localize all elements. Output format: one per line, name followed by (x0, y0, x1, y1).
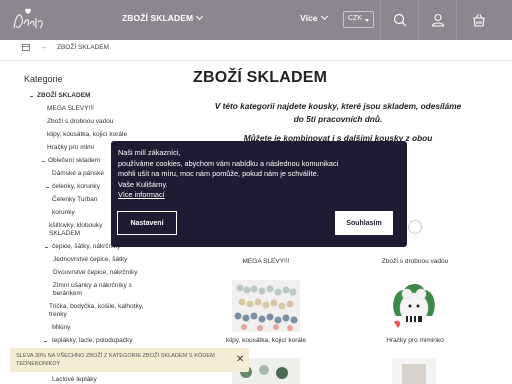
sidebar-item-mega-slevy[interactable]: MEGA SLEVY!!! (47, 105, 94, 113)
sidebar-item-ksiltovky-skladem: SKLADEM (49, 230, 81, 237)
sidebar-item-jednovrstve[interactable]: Jednovrstvé čepice, šátky (53, 256, 127, 264)
close-icon[interactable]: ✕ (236, 354, 244, 365)
breadcrumb-separator: → (40, 44, 47, 51)
loading-circle (408, 220, 422, 234)
sidebar-item-klipy[interactable]: klipy, kousátka, kojicí korále (47, 131, 127, 139)
cart-icon (473, 14, 485, 27)
breadcrumb: → ZBOŽÍ SKLADEM (22, 44, 109, 51)
tree-dash (46, 187, 49, 188)
nav-more-label: Více (300, 13, 318, 23)
home-icon[interactable] (22, 44, 30, 51)
category-thumbnail-klipy[interactable] (232, 280, 300, 332)
page-title: ZBOŽÍ SKLADEM (193, 69, 328, 86)
category-card-drobna-vada[interactable]: Zboží s drobnou vadou (345, 258, 485, 265)
sidebar-item-laclove[interactable]: Laclové tepláky (52, 376, 97, 384)
promo-text: SLEVA 30% NA VŠECHNO ZBOŽÍ Z KATEGORIE Z… (16, 353, 215, 367)
nav-more-menu[interactable]: Více (300, 12, 328, 23)
sidebar-item-dvouvrstve[interactable]: Dvouvrstvé čepice, nákrčníky (53, 269, 138, 277)
cookie-line-1: Naši milí zákazníci, (118, 148, 181, 157)
search-button[interactable] (380, 0, 418, 40)
sidebar-item-tricka-cont: trenky (49, 311, 67, 318)
sidebar-item-damske-panske[interactable]: Dámské a pánské (52, 170, 104, 178)
breadcrumb-current: ZBOŽÍ SKLADEM (57, 44, 110, 51)
currency-select[interactable]: CZK (343, 11, 374, 28)
cart-button[interactable] (456, 0, 512, 40)
nav-zbozi-skladem-label: ZBOŽÍ SKLADEM (122, 13, 194, 23)
category-card-hracky[interactable]: Hračky pro miminko (345, 337, 485, 344)
divider (0, 60, 512, 61)
sidebar-item-tricka[interactable]: Trička, bodyčka, košile, kalhotky, (49, 303, 143, 311)
sidebar-item-teplaky[interactable]: teplákky, lacle, polodupačky (52, 337, 132, 345)
category-card-klipy[interactable]: klipy, kousátka, kojicí korále (196, 337, 336, 344)
sidebar-item-zimni-usanky-cont: beránkem (53, 290, 82, 297)
tree-dash (45, 247, 48, 248)
category-thumbnail-next-2[interactable] (392, 358, 436, 384)
kulisarny-logo[interactable] (8, 4, 50, 36)
cookie-line-2: používáme cookies, abychom vám nabídku a… (118, 158, 339, 168)
sidebar-item-korunky[interactable]: korunky (52, 209, 75, 217)
chevron-down-icon (320, 12, 328, 21)
category-thumbnail-hracky[interactable] (388, 280, 440, 332)
sidebar-item-drobna-vada[interactable]: Zboží s drobnou vadou (47, 118, 114, 126)
sidebar-item-zbozi-skladem[interactable]: ZBOŽÍ SKLADEM (37, 92, 90, 100)
cookie-message: Naši milí zákazníci, používáme cookies, … (118, 148, 403, 201)
site-header: ZBOŽÍ SKLADEM Více CZK (0, 0, 512, 40)
cookie-accept-button[interactable]: Souhlasím (335, 211, 393, 235)
cookie-more-info-link[interactable]: Více informací (118, 190, 403, 201)
category-card-mega-slevy[interactable]: MEGA SLEVY!!! (196, 258, 336, 265)
sidebar-item-celenky-turban[interactable]: Čelenky Turban (52, 196, 98, 204)
category-description: V této kategorii najdete kousky, které j… (193, 100, 483, 126)
tree-dash (44, 341, 47, 342)
dropdown-arrow-icon (365, 19, 369, 22)
account-button[interactable] (418, 0, 456, 40)
nav-zbozi-skladem[interactable]: ZBOŽÍ SKLADEM (122, 12, 204, 23)
currency-value: CZK (348, 15, 362, 22)
description-line-2: do 5ti pracovních dnů. (293, 114, 383, 124)
promo-banner: SLEVA 30% NA VŠECHNO ZBOŽÍ Z KATEGORIE Z… (10, 348, 249, 372)
sidebar-item-mikiny[interactable]: Mikiny (52, 324, 70, 332)
sidebar-item-zimni-usanky[interactable]: Zimní ušanky a nákrčníky s (53, 282, 132, 290)
description-line-1: V této kategorii najdete kousky, které j… (214, 101, 462, 111)
sidebar-item-celenky[interactable]: čelenky, korunky (52, 183, 100, 191)
tree-dash (42, 161, 45, 162)
sidebar-item-obleceni[interactable]: Oblečení skladem (48, 157, 100, 165)
tree-dash (30, 96, 33, 97)
cookie-line-3: mohli ušít na míru, moc nám pomůže, poku… (118, 169, 319, 178)
sidebar-title: Kategorie (24, 74, 63, 84)
sidebar-item-ksiltovky[interactable]: kšiltovky, klobouky (49, 222, 102, 230)
user-icon (431, 13, 445, 27)
sidebar-item-hracky[interactable]: Hračky pro mimi (47, 144, 94, 152)
cookie-consent-dialog: Naši milí zákazníci, používáme cookies, … (111, 141, 407, 247)
chevron-down-icon (196, 12, 204, 21)
cookie-settings-button[interactable]: Nastavení (117, 211, 177, 235)
cookie-line-4: Vaše Kulišárny. (118, 179, 168, 189)
search-icon (393, 13, 407, 27)
